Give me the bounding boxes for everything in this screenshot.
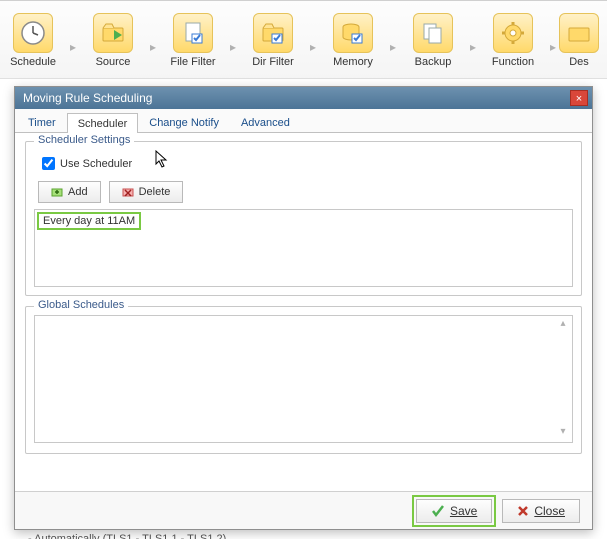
global-schedules-listbox[interactable]: ▴ ▾ — [34, 315, 573, 443]
tab-advanced[interactable]: Advanced — [230, 112, 301, 132]
close-icon: × — [576, 93, 582, 105]
tab-label: Timer — [28, 117, 56, 129]
toolbar-file-filter[interactable]: File Filter — [162, 11, 224, 72]
dialog-close-button[interactable]: × — [570, 90, 588, 106]
schedules-listbox[interactable]: Every day at 11AM — [34, 209, 573, 287]
toolbar-label: Des — [569, 56, 589, 68]
global-schedules-group: Global Schedules ▴ ▾ — [25, 306, 582, 454]
delete-button[interactable]: Delete — [109, 181, 184, 203]
dialog-titlebar[interactable]: Moving Rule Scheduling × — [15, 87, 592, 109]
check-icon — [431, 504, 445, 518]
toolbar-label: Source — [96, 56, 131, 68]
background-text: - Automatically (TLS1 - TLS1.1 - TLS1.2) — [28, 533, 226, 539]
add-button[interactable]: Add — [38, 181, 101, 203]
scheduler-settings-group: Scheduler Settings Use Scheduler Add Del… — [25, 141, 582, 296]
db-check-icon — [333, 13, 373, 53]
folder-check-icon — [253, 13, 293, 53]
tab-scheduler[interactable]: Scheduler — [67, 113, 139, 133]
folder-icon — [559, 13, 599, 53]
tab-timer[interactable]: Timer — [17, 112, 67, 132]
gear-icon — [493, 13, 533, 53]
toolbar-function[interactable]: Function — [482, 11, 544, 72]
tab-label: Change Notify — [149, 117, 219, 129]
delete-icon — [122, 186, 134, 198]
toolbar-destination[interactable]: Des — [562, 11, 596, 72]
tab-label: Scheduler — [78, 118, 128, 130]
toolbar-dir-filter[interactable]: Dir Filter — [242, 11, 304, 72]
group-legend: Global Schedules — [34, 299, 128, 311]
chevron-right-icon: ▸ — [144, 30, 162, 54]
scheduling-dialog: Moving Rule Scheduling × Timer Scheduler… — [14, 86, 593, 530]
file-check-icon — [173, 13, 213, 53]
chevron-right-icon: ▸ — [64, 30, 82, 54]
toolbar-label: Memory — [333, 56, 373, 68]
add-icon — [51, 186, 63, 198]
dialog-footer: Save Close — [15, 491, 592, 529]
chevron-right-icon: ▸ — [224, 30, 242, 54]
toolbar-source[interactable]: Source — [82, 11, 144, 72]
toolbar-backup[interactable]: Backup — [402, 11, 464, 72]
clock-icon — [13, 13, 53, 53]
chevron-right-icon: ▸ — [384, 30, 402, 54]
dialog-title: Moving Rule Scheduling — [23, 91, 570, 105]
button-label: Delete — [139, 186, 171, 198]
use-scheduler-checkbox[interactable] — [42, 157, 55, 170]
toolbar-label: File Filter — [170, 56, 215, 68]
toolbar-memory[interactable]: Memory — [322, 11, 384, 72]
toolbar-label: Backup — [415, 56, 452, 68]
scroll-up-icon[interactable]: ▴ — [556, 318, 570, 332]
main-toolbar: Schedule ▸ Source ▸ File Filter ▸ Dir Fi… — [0, 1, 607, 79]
button-label: Add — [68, 186, 88, 198]
chevron-right-icon: ▸ — [464, 30, 482, 54]
close-icon — [517, 505, 529, 517]
button-label: Save — [450, 504, 477, 518]
tab-label: Advanced — [241, 117, 290, 129]
toolbar-schedule[interactable]: Schedule — [2, 11, 64, 72]
toolbar-label: Function — [492, 56, 534, 68]
save-button[interactable]: Save — [416, 499, 492, 523]
tab-change-notify[interactable]: Change Notify — [138, 112, 230, 132]
copy-icon — [413, 13, 453, 53]
scroll-down-icon[interactable]: ▾ — [556, 426, 570, 440]
use-scheduler-label: Use Scheduler — [60, 158, 132, 170]
toolbar-label: Dir Filter — [252, 56, 294, 68]
group-legend: Scheduler Settings — [34, 134, 134, 146]
close-button[interactable]: Close — [502, 499, 580, 523]
dialog-tabs: Timer Scheduler Change Notify Advanced — [15, 109, 592, 133]
toolbar-label: Schedule — [10, 56, 56, 68]
button-label: Close — [534, 504, 565, 518]
chevron-right-icon: ▸ — [304, 30, 322, 54]
folder-arrow-icon — [93, 13, 133, 53]
schedule-item[interactable]: Every day at 11AM — [37, 212, 141, 230]
